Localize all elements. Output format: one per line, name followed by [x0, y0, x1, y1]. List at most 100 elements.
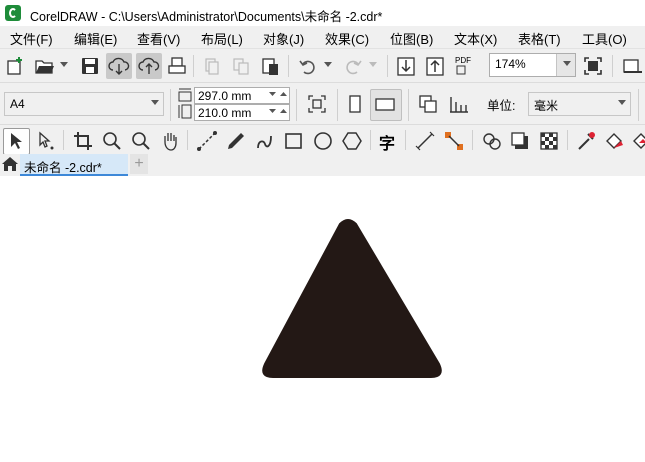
- menu-bitmaps[interactable]: 位图(B): [390, 29, 433, 48]
- toolbar-separator: [187, 130, 188, 150]
- redo-icon[interactable]: [343, 56, 363, 76]
- pen-curve-tool-icon[interactable]: [254, 130, 276, 152]
- freehand-tool-icon[interactable]: [196, 130, 218, 152]
- interactive-fill-tool-icon[interactable]: [603, 130, 625, 152]
- all-pages-icon[interactable]: [306, 93, 328, 115]
- tab-document[interactable]: 未命名 -2.cdr*: [20, 154, 128, 176]
- menu-edit[interactable]: 编辑(E): [74, 29, 117, 48]
- pick-tool-icon[interactable]: [8, 131, 24, 151]
- undo-dropdown-icon[interactable]: [324, 62, 332, 68]
- current-page-icon[interactable]: [417, 93, 439, 115]
- page-width-input[interactable]: 297.0 mm: [194, 87, 290, 104]
- menu-layout[interactable]: 布局(L): [201, 29, 243, 48]
- transparency-tool-icon[interactable]: [538, 130, 560, 152]
- home-icon[interactable]: [1, 156, 19, 172]
- toolbar-separator: [337, 89, 338, 121]
- shape-tool-icon[interactable]: [36, 131, 56, 151]
- crop-tool-icon[interactable]: [72, 130, 94, 152]
- page-height-input[interactable]: 210.0 mm: [194, 104, 290, 121]
- open-folder-icon[interactable]: [34, 56, 56, 76]
- toolbar-separator: [296, 89, 297, 121]
- chevron-down-icon: [618, 100, 626, 105]
- menu-tools[interactable]: 工具(O): [582, 29, 627, 48]
- print-icon[interactable]: [167, 56, 187, 76]
- ruler-settings-icon[interactable]: [621, 56, 643, 76]
- copy-icon[interactable]: [232, 57, 250, 75]
- menu-text[interactable]: 文本(X): [454, 29, 497, 48]
- smart-fill-tool-icon[interactable]: [631, 130, 645, 152]
- toolbar-separator: [170, 89, 171, 121]
- page-height-value: 210.0 mm: [198, 106, 252, 120]
- undo-icon[interactable]: [298, 56, 318, 76]
- open-dropdown-icon[interactable]: [60, 62, 68, 68]
- toolbar-separator: [387, 55, 388, 77]
- landscape-icon[interactable]: [374, 95, 396, 113]
- import-icon[interactable]: [396, 55, 416, 77]
- window-title: CorelDRAW - C:\Users\Administrator\Docum…: [30, 10, 383, 24]
- units-label: 单位:: [487, 99, 516, 113]
- coreldraw-logo-icon: [5, 5, 21, 21]
- toolbar-separator: [405, 130, 406, 150]
- units-combo[interactable]: 毫米: [528, 92, 631, 116]
- export-icon[interactable]: [425, 55, 445, 77]
- toolbar-separator: [288, 55, 289, 77]
- drop-shadow-tool-icon[interactable]: [509, 130, 531, 152]
- save-icon[interactable]: [80, 56, 100, 76]
- chevron-down-icon: [563, 61, 571, 66]
- portrait-icon[interactable]: [346, 94, 364, 114]
- spin-down-icon[interactable]: [268, 90, 278, 99]
- dimension-tool-icon[interactable]: [414, 130, 436, 152]
- menu-effects[interactable]: 效果(C): [325, 29, 369, 48]
- toolbar-separator: [63, 130, 64, 150]
- rectangle-tool-icon[interactable]: [283, 130, 305, 152]
- menu-table[interactable]: 表格(T): [518, 29, 561, 48]
- zoom-out-tool-icon[interactable]: [130, 130, 152, 152]
- cut-icon[interactable]: [203, 57, 221, 75]
- page-height-icon: [178, 104, 192, 119]
- redo-dropdown-icon[interactable]: [369, 62, 377, 68]
- units-bars-icon[interactable]: [447, 93, 469, 115]
- toolbox: 字: [0, 124, 645, 155]
- new-document-icon[interactable]: [6, 56, 26, 76]
- new-tab-button[interactable]: +: [130, 154, 148, 174]
- full-screen-icon[interactable]: [583, 56, 603, 76]
- text-tool-icon[interactable]: 字: [379, 130, 395, 154]
- toolbar-separator: [408, 89, 409, 121]
- page-size-combo[interactable]: A4: [4, 92, 164, 116]
- document-tab-bar: 未命名 -2.cdr* +: [0, 154, 645, 176]
- eyedropper-tool-icon[interactable]: [575, 130, 597, 152]
- export-pdf-icon[interactable]: [456, 65, 466, 75]
- toolbar-separator: [612, 55, 613, 77]
- units-value: 毫米: [534, 99, 559, 113]
- spin-down-icon[interactable]: [268, 107, 278, 116]
- spin-up-icon[interactable]: [279, 90, 289, 99]
- drawing-canvas[interactable]: [0, 176, 645, 462]
- zoom-tool-icon[interactable]: [101, 130, 123, 152]
- connector-tool-icon[interactable]: [443, 130, 465, 152]
- cloud-download-icon[interactable]: [108, 55, 130, 77]
- menu-view[interactable]: 查看(V): [137, 29, 180, 48]
- paste-icon[interactable]: [260, 56, 280, 76]
- toolbar-separator: [370, 130, 371, 150]
- title-bar: CorelDRAW - C:\Users\Administrator\Docum…: [0, 0, 645, 26]
- property-bar: A4 297.0 mm 210.0 mm 单位: 毫米: [0, 82, 645, 125]
- menu-object[interactable]: 对象(J): [263, 29, 304, 48]
- triangle-shape[interactable]: [259, 216, 445, 382]
- zoom-level-value: 174%: [495, 57, 526, 71]
- page-width-value: 297.0 mm: [198, 89, 252, 103]
- ellipse-tool-icon[interactable]: [312, 130, 334, 152]
- page-width-icon: [178, 88, 192, 102]
- pan-tool-icon[interactable]: [159, 130, 181, 152]
- zoom-level-combo[interactable]: 174%: [489, 53, 576, 77]
- artistic-media-tool-icon[interactable]: [225, 130, 247, 152]
- toolbar-separator: [472, 130, 473, 150]
- menu-bar: 文件(F) 编辑(E) 查看(V) 布局(L) 对象(J) 效果(C) 位图(B…: [0, 26, 645, 48]
- export-pdf-label[interactable]: PDF: [455, 56, 471, 65]
- toolbar-separator: [567, 130, 568, 150]
- cloud-upload-icon[interactable]: [138, 55, 160, 77]
- spin-up-icon[interactable]: [279, 107, 289, 116]
- standard-toolbar: PDF 174%: [0, 48, 645, 83]
- blend-tool-icon[interactable]: [481, 130, 503, 152]
- menu-file[interactable]: 文件(F): [10, 29, 53, 48]
- polygon-tool-icon[interactable]: [341, 130, 363, 152]
